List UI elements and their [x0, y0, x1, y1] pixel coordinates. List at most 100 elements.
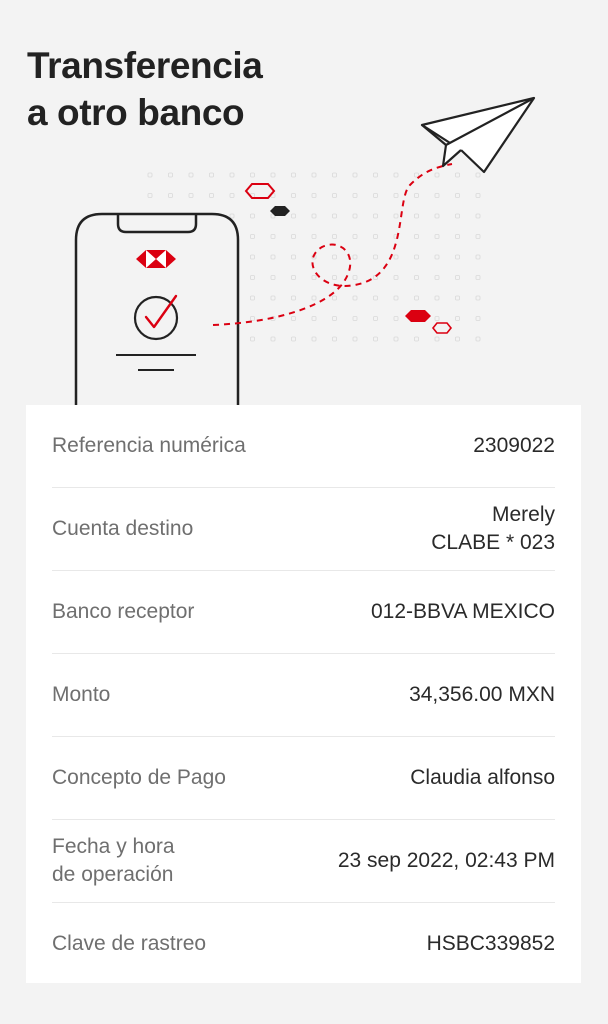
grid-dot	[209, 193, 214, 198]
detail-row: Monto 34,356.00 MXN	[52, 654, 555, 737]
grid-dot	[250, 295, 255, 301]
detail-value: 23 sep 2022, 02:43 PM	[337, 849, 555, 872]
grid-dot	[434, 275, 440, 280]
grid-dot	[291, 295, 296, 301]
grid-dot	[475, 295, 481, 301]
detail-row: Banco receptor 012-BBVA MEXICO	[52, 571, 555, 654]
transfer-illustration	[74, 96, 536, 410]
phone-icon	[74, 212, 240, 410]
detail-label: Referencia numérica	[52, 434, 246, 457]
grid-dot	[250, 234, 255, 239]
grid-dot	[352, 254, 358, 260]
grid-dot	[291, 275, 296, 280]
grid-dot	[188, 172, 194, 178]
grid-dot	[373, 172, 378, 178]
detail-row: Concepto de Pago Claudia alfonso	[52, 737, 555, 820]
grid-dot	[414, 172, 419, 178]
grid-dot	[414, 193, 419, 198]
grid-dot	[209, 172, 214, 178]
grid-dot	[393, 193, 399, 198]
grid-dot	[332, 336, 337, 342]
detail-value: HSBC339852	[426, 932, 555, 955]
grid-dot	[393, 172, 399, 178]
grid-dot	[373, 336, 378, 342]
grid-dot	[434, 234, 440, 239]
grid-dot	[393, 275, 399, 280]
grid-dot	[455, 172, 460, 178]
grid-dot	[229, 172, 235, 178]
grid-dot	[475, 193, 481, 198]
grid-dot	[332, 254, 337, 260]
grid-dot	[475, 172, 481, 178]
grid-dot	[250, 213, 255, 219]
grid-dot	[455, 234, 460, 239]
grid-dot	[332, 234, 337, 239]
grid-dot	[455, 254, 460, 260]
grid-dot	[270, 234, 276, 239]
grid-dot	[373, 295, 378, 301]
detail-label: Cuenta destino	[52, 517, 194, 540]
grid-dot	[373, 316, 378, 321]
grid-dot	[250, 275, 255, 280]
grid-dot	[393, 295, 399, 301]
grid-dot	[311, 295, 317, 301]
grid-dot	[250, 172, 255, 178]
grid-dot	[291, 213, 296, 219]
grid-dot	[229, 193, 235, 198]
grid-dot	[434, 193, 440, 198]
grid-dot	[373, 254, 378, 260]
grid-dot	[332, 213, 337, 219]
detail-row: Cuenta destino Merely CLABE * 023	[52, 488, 555, 571]
grid-dot	[332, 172, 337, 178]
grid-dot	[414, 336, 419, 342]
grid-dot	[332, 295, 337, 301]
grid-dot	[332, 193, 337, 198]
grid-dot	[352, 316, 358, 321]
hexagon-dark-decoration	[270, 206, 290, 216]
detail-label: Monto	[52, 683, 111, 706]
grid-dot	[455, 316, 460, 321]
grid-dot	[475, 275, 481, 280]
detail-value: 2309022	[473, 434, 555, 457]
detail-label: Concepto de Pago	[52, 766, 226, 789]
detail-value: 34,356.00 MXN	[409, 683, 555, 706]
grid-dot	[352, 172, 358, 178]
grid-dot	[311, 172, 317, 178]
page-title-line1: Transferencia	[27, 45, 263, 86]
detail-label: Clave de rastreo	[52, 932, 207, 955]
grid-dot	[250, 254, 255, 260]
grid-dot	[311, 316, 317, 321]
grid-dot	[332, 316, 337, 321]
grid-dot	[168, 193, 173, 198]
grid-dot	[373, 213, 378, 219]
grid-dot	[434, 336, 440, 342]
grid-dot	[455, 336, 460, 342]
grid-dot	[250, 316, 255, 321]
grid-dot	[229, 213, 235, 219]
grid-dot	[455, 213, 460, 219]
grid-dot	[414, 213, 419, 219]
grid-dot	[475, 316, 481, 321]
transfer-receipt-screen: Transferencia a otro banco Referencia nu…	[0, 0, 608, 1024]
grid-dot	[270, 275, 276, 280]
grid-dot	[393, 316, 399, 321]
grid-dot	[455, 193, 460, 198]
grid-dot	[475, 254, 481, 260]
grid-dot	[270, 254, 276, 260]
grid-dot	[393, 336, 399, 342]
grid-dot	[291, 172, 296, 178]
grid-dot	[270, 295, 276, 301]
grid-dot	[414, 295, 419, 301]
grid-dot	[434, 254, 440, 260]
grid-dot	[311, 234, 317, 239]
grid-dot	[475, 234, 481, 239]
grid-dot	[311, 275, 317, 280]
grid-dot	[291, 234, 296, 239]
grid-dot	[414, 275, 419, 280]
grid-dot	[147, 193, 153, 198]
grid-dot	[270, 336, 276, 342]
grid-dot	[352, 193, 358, 198]
grid-dot	[455, 295, 460, 301]
grid-dot	[373, 193, 378, 198]
grid-dot	[147, 172, 153, 178]
